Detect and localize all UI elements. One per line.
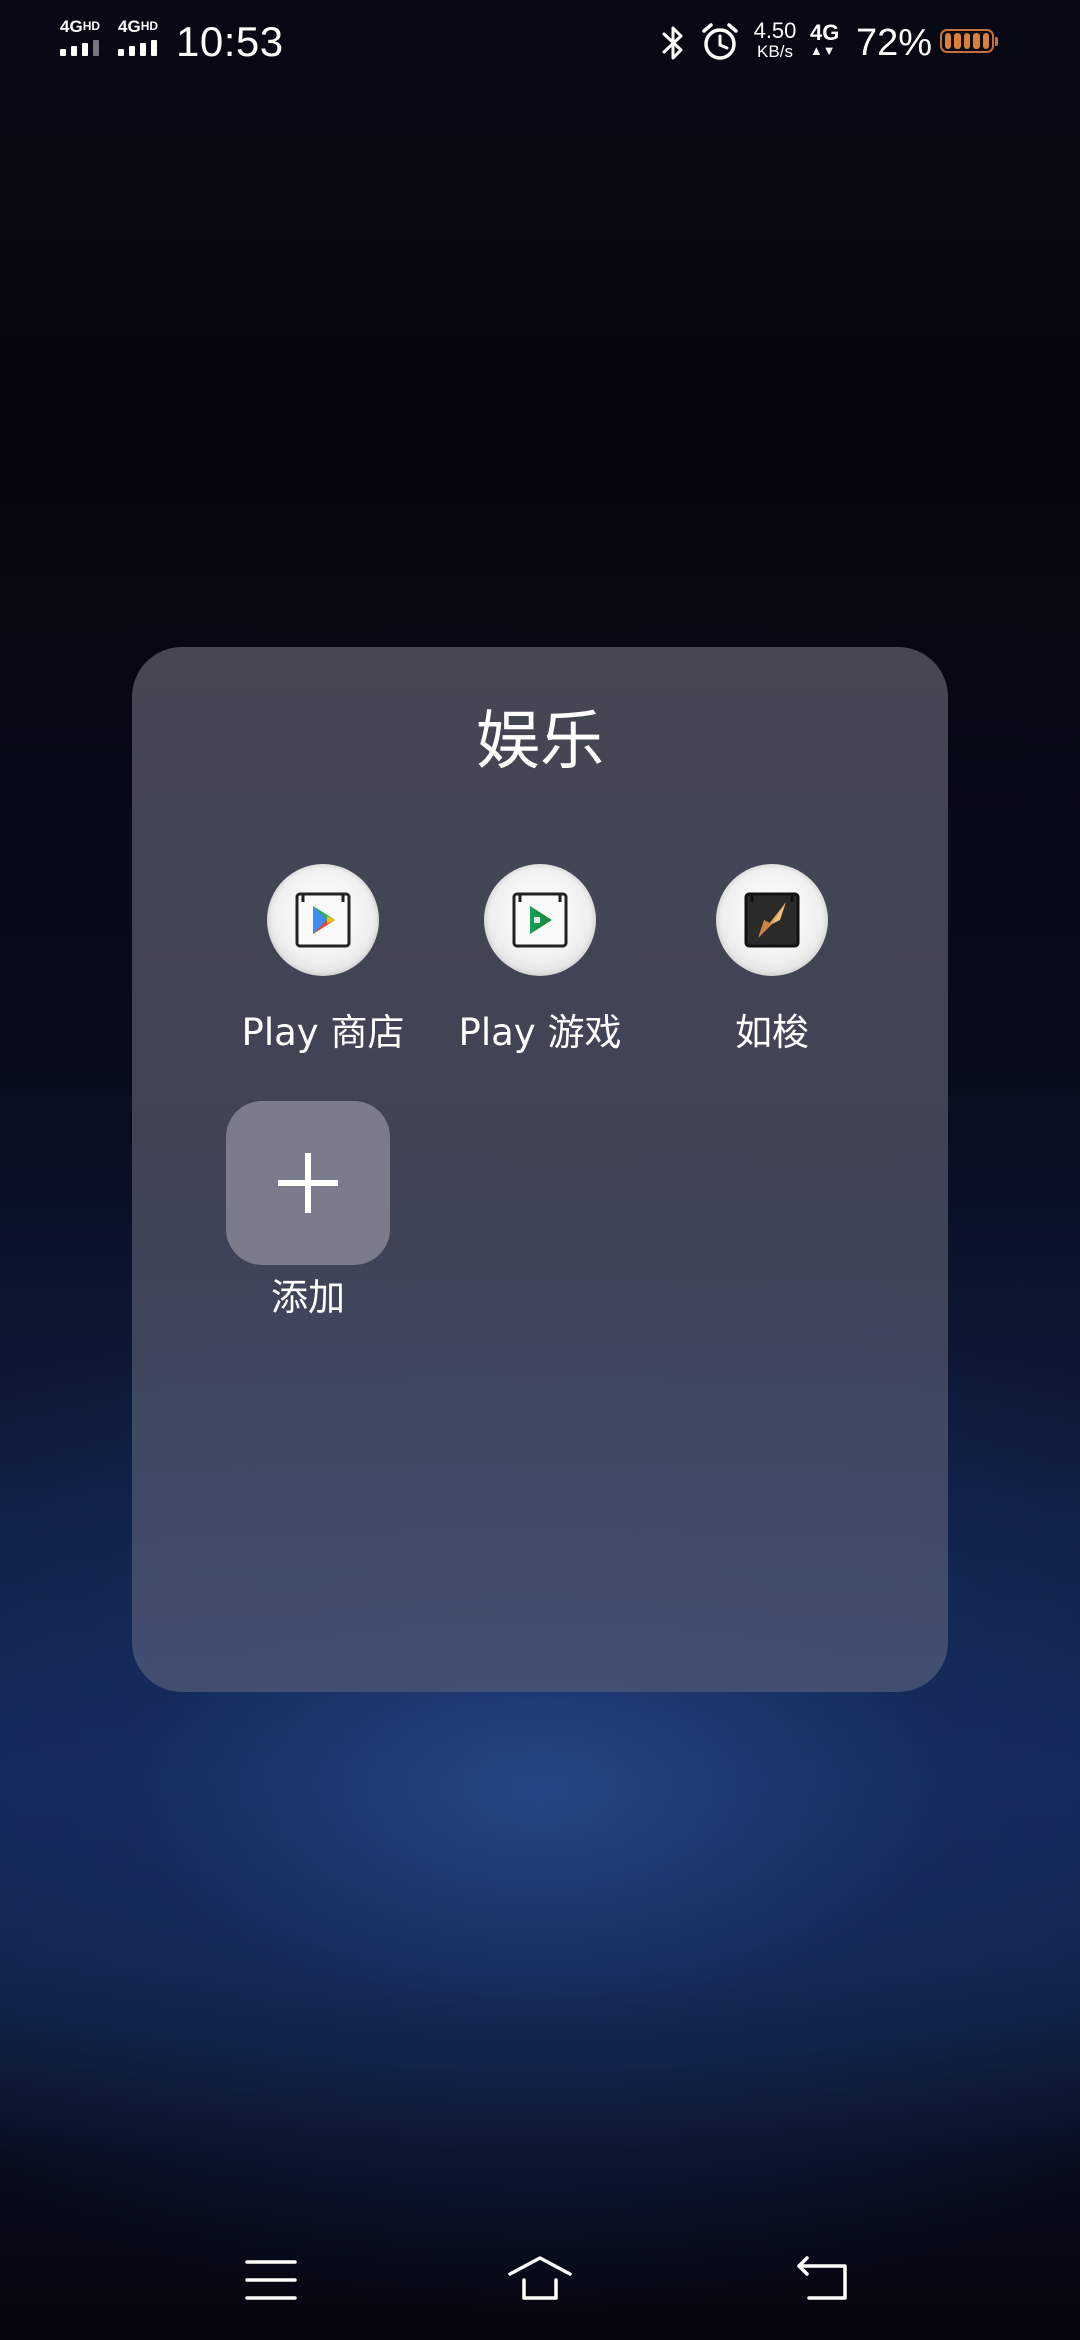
rusuo-icon[interactable] — [716, 864, 828, 976]
home-button[interactable] — [480, 2240, 600, 2320]
folder-title[interactable]: 娱乐 — [132, 702, 948, 782]
app-play-store[interactable]: Play 商店 — [207, 864, 439, 1056]
sim1-signal-bars-icon — [60, 40, 108, 56]
clock: 10:53 — [176, 18, 284, 65]
data-network-label: 4G — [810, 20, 840, 45]
battery-percent: 72% — [856, 22, 933, 64]
app-rusuo[interactable]: 如梭 — [656, 864, 888, 1056]
status-bar: 4GHD 4GHD 10:53 4.50 KB/s 4G ▲▼ 72% — [0, 0, 1080, 90]
network-speed: 4.50 KB/s — [748, 20, 802, 62]
add-app-label: 添加 — [271, 1276, 345, 1319]
app-label: 如梭 — [735, 1011, 809, 1054]
alarm-icon — [702, 23, 738, 60]
play-store-icon[interactable] — [267, 864, 379, 976]
back-icon — [797, 2256, 847, 2300]
sim2-network-label: 4G — [118, 17, 141, 36]
data-network: 4G ▲▼ — [810, 20, 840, 58]
play-games-icon[interactable] — [484, 864, 596, 976]
sim1-network-label: 4G — [60, 17, 83, 36]
network-speed-value: 4.50 — [753, 18, 797, 43]
network-speed-unit: KB/s — [757, 42, 793, 61]
sim1-signal: 4GHD — [58, 18, 110, 62]
add-app-button[interactable] — [226, 1101, 390, 1265]
app-label: Play 游戏 — [458, 1011, 622, 1054]
sim2-hd-label: HD — [140, 19, 159, 33]
app-label: Play 商店 — [241, 1011, 405, 1054]
back-button[interactable] — [763, 2240, 883, 2320]
home-icon — [508, 2256, 572, 2300]
data-activity-icon: ▲▼ — [809, 43, 836, 58]
plus-icon — [278, 1153, 338, 1213]
folder-popup: 娱乐 Play 商店 Play 游戏 如梭 添加 — [132, 647, 948, 1692]
bluetooth-icon — [662, 26, 683, 60]
menu-button[interactable] — [211, 2240, 331, 2320]
sim1-hd-label: HD — [82, 19, 101, 33]
sim2-signal: 4GHD — [116, 18, 168, 62]
battery-icon — [940, 29, 998, 53]
app-play-games[interactable]: Play 游戏 — [424, 864, 656, 1056]
menu-icon — [245, 2260, 297, 2300]
sim2-signal-bars-icon — [118, 40, 166, 56]
